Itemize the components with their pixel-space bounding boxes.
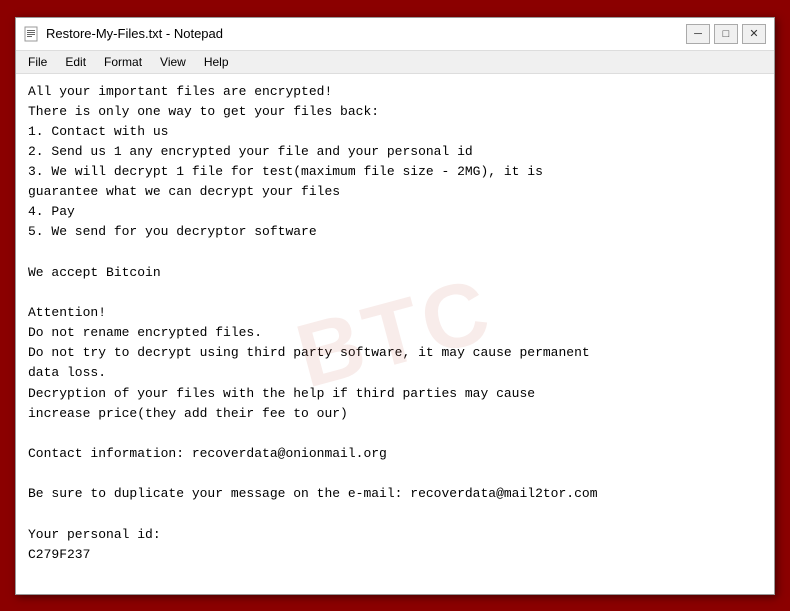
notepad-window: Restore-My-Files.txt - Notepad ─ □ ✕ Fil…: [15, 17, 775, 595]
maximize-button[interactable]: □: [714, 24, 738, 44]
text-content-area[interactable]: BTC All your important files are encrypt…: [16, 74, 774, 594]
menu-edit[interactable]: Edit: [57, 53, 94, 71]
menu-file[interactable]: File: [20, 53, 55, 71]
close-button[interactable]: ✕: [742, 24, 766, 44]
title-bar: Restore-My-Files.txt - Notepad ─ □ ✕: [16, 18, 774, 51]
menu-help[interactable]: Help: [196, 53, 237, 71]
menu-format[interactable]: Format: [96, 53, 150, 71]
menu-bar: File Edit Format View Help: [16, 51, 774, 74]
minimize-button[interactable]: ─: [686, 24, 710, 44]
window-controls: ─ □ ✕: [686, 24, 766, 44]
menu-view[interactable]: View: [152, 53, 194, 71]
app-icon: [24, 26, 40, 42]
ransom-note-text: All your important files are encrypted! …: [28, 82, 762, 565]
window-title: Restore-My-Files.txt - Notepad: [46, 26, 686, 41]
